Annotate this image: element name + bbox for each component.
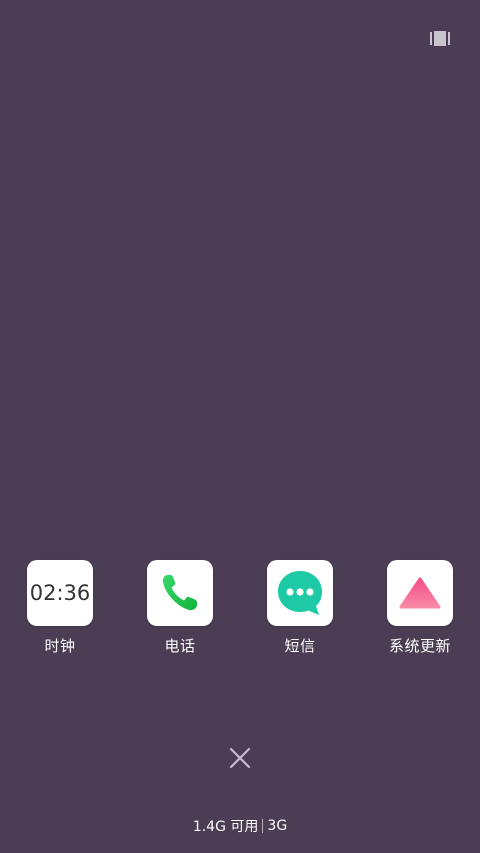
messages-icon[interactable]: [267, 560, 333, 626]
up-arrow-icon: [399, 577, 441, 609]
app-label-phone: 电话: [164, 637, 196, 655]
app-label-messages: 短信: [284, 637, 316, 655]
chat-bubble-icon: [278, 571, 322, 615]
multi-window-icon[interactable]: [430, 31, 450, 46]
app-messages[interactable]: 短信: [255, 560, 345, 660]
update-icon[interactable]: [387, 560, 453, 626]
app-label-clock: 时钟: [44, 637, 76, 655]
phone-icon[interactable]: [147, 560, 213, 626]
recent-apps-row: 02:36 时钟 电话 短信 系统更新: [0, 560, 480, 660]
close-all-icon[interactable]: [228, 746, 252, 770]
recent-apps-screen: 02:36 时钟 电话 短信 系统更新 1.4G 可用 3G: [0, 0, 480, 853]
memory-total: 3G: [267, 818, 288, 834]
clock-time: 02:36: [29, 581, 91, 605]
app-system-update[interactable]: 系统更新: [375, 560, 465, 660]
app-clock[interactable]: 02:36 时钟: [15, 560, 105, 660]
memory-available: 1.4G 可用: [192, 819, 259, 835]
phone-handset-icon: [162, 575, 197, 611]
app-label-system-update: 系统更新: [388, 637, 451, 655]
clock-icon[interactable]: 02:36: [27, 560, 93, 626]
app-phone[interactable]: 电话: [135, 560, 225, 660]
memory-divider: [262, 819, 264, 833]
memory-status: 1.4G 可用 3G: [0, 815, 480, 837]
